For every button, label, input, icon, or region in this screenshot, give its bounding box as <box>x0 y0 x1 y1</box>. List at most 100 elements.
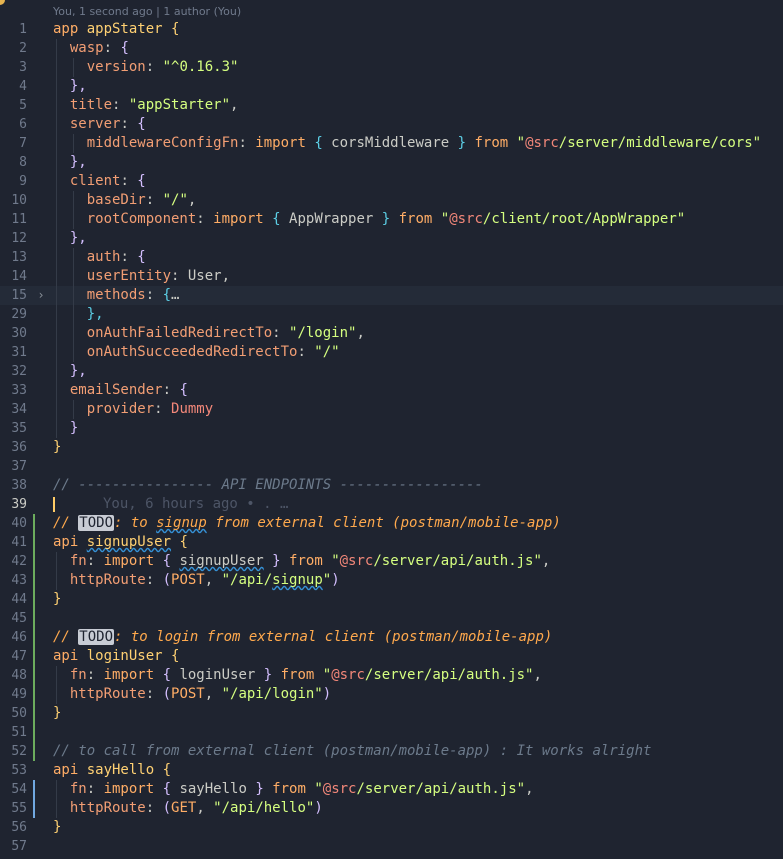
code-line[interactable]: 50} <box>0 704 783 723</box>
code-text[interactable]: }, <box>53 305 104 324</box>
git-added-marker[interactable] <box>33 666 35 685</box>
code-text[interactable]: emailSender: { <box>53 381 188 400</box>
code-line[interactable]: 5 title: "appStarter", <box>0 96 783 115</box>
code-line[interactable]: 34 provider: Dummy <box>0 400 783 419</box>
code-line[interactable]: 53 api sayHello { <box>0 761 783 780</box>
code-line[interactable]: 3 version: "^0.16.3" <box>0 58 783 77</box>
code-line[interactable]: 43 httpRoute: (POST, "/api/signup") <box>0 571 783 590</box>
code-text[interactable]: app appStater { <box>53 20 179 39</box>
code-text[interactable]: // to call from external client (postman… <box>53 742 651 761</box>
code-text[interactable]: server: { <box>53 115 146 134</box>
code-text[interactable]: api sayHello { <box>53 761 171 780</box>
code-text[interactable]: // ---------------- API ENDPOINTS ------… <box>53 476 483 495</box>
git-added-marker[interactable] <box>33 742 35 761</box>
git-added-marker[interactable] <box>33 571 35 590</box>
code-line[interactable]: 40 // TODO: to signup from external clien… <box>0 514 783 533</box>
code-line[interactable]: 6 server: { <box>0 115 783 134</box>
code-text[interactable]: } <box>53 704 61 723</box>
code-text[interactable]: } <box>53 590 61 609</box>
code-text[interactable]: title: "appStarter", <box>53 96 239 115</box>
git-added-marker[interactable] <box>33 609 35 628</box>
code-text[interactable]: wasp: { <box>53 39 129 58</box>
code-line[interactable]: 38 // ---------------- API ENDPOINTS ----… <box>0 476 783 495</box>
code-text[interactable]: // TODO: to signup from external client … <box>53 514 561 533</box>
code-line[interactable]: 32 }, <box>0 362 783 381</box>
code-line[interactable]: 31 onAuthSucceededRedirectTo: "/" <box>0 343 783 362</box>
code-text[interactable]: httpRoute: (POST, "/api/login") <box>53 685 331 704</box>
code-line[interactable]: 33 emailSender: { <box>0 381 783 400</box>
code-text[interactable]: }, <box>53 229 87 248</box>
code-text[interactable]: // TODO: to login from external client (… <box>53 628 552 647</box>
code-text[interactable]: baseDir: "/", <box>53 191 197 210</box>
code-text[interactable]: onAuthFailedRedirectTo: "/login", <box>53 324 365 343</box>
code-text[interactable]: } <box>53 419 78 438</box>
git-added-marker[interactable] <box>33 514 35 533</box>
code-editor[interactable]: You, 1 second ago | 1 author (You) 1 app … <box>0 0 783 859</box>
code-line[interactable]: 46 // TODO: to login from external client… <box>0 628 783 647</box>
code-line[interactable]: 4 }, <box>0 77 783 96</box>
git-added-marker[interactable] <box>33 723 35 742</box>
code-text[interactable]: client: { <box>53 172 146 191</box>
code-line[interactable]: 45 <box>0 609 783 628</box>
code-line[interactable]: 36} <box>0 438 783 457</box>
code-line[interactable]: 8 }, <box>0 153 783 172</box>
code-text[interactable]: version: "^0.16.3" <box>53 58 239 77</box>
code-text[interactable]: userEntity: User, <box>53 267 230 286</box>
code-text[interactable]: auth: { <box>53 248 146 267</box>
code-line[interactable]: 11 rootComponent: import { AppWrapper } … <box>0 210 783 229</box>
code-text[interactable]: onAuthSucceededRedirectTo: "/" <box>53 343 340 362</box>
code-text[interactable]: rootComponent: import { AppWrapper } fro… <box>53 210 686 229</box>
code-text[interactable]: middlewareConfigFn: import { corsMiddlew… <box>53 134 761 153</box>
code-line[interactable]: 15 › methods: {… <box>0 286 783 305</box>
code-line[interactable]: 41 api signupUser { <box>0 533 783 552</box>
code-text[interactable]: }, <box>53 362 87 381</box>
code-text[interactable]: fn: import { loginUser } from "@src/serv… <box>53 666 542 685</box>
git-added-marker[interactable] <box>33 628 35 647</box>
code-line[interactable]: 14 userEntity: User, <box>0 267 783 286</box>
git-added-marker[interactable] <box>33 552 35 571</box>
code-line[interactable]: 57 <box>0 837 783 856</box>
code-line[interactable]: 1 app appStater { <box>0 20 783 39</box>
code-line[interactable]: 56} <box>0 818 783 837</box>
code-line[interactable]: 47 api loginUser { <box>0 647 783 666</box>
code-text[interactable]: }, <box>53 153 87 172</box>
code-line[interactable]: 2 wasp: { <box>0 39 783 58</box>
code-line[interactable]: 42 fn: import { signupUser } from "@src/… <box>0 552 783 571</box>
git-added-marker[interactable] <box>33 685 35 704</box>
code-lines[interactable]: 1 app appStater {2 wasp: {3 version: "^0.… <box>0 20 783 856</box>
git-modified-marker[interactable] <box>33 780 35 799</box>
code-line[interactable]: 48 fn: import { loginUser } from "@src/s… <box>0 666 783 685</box>
code-text[interactable]: httpRoute: (POST, "/api/signup") <box>53 571 340 590</box>
code-text[interactable]: api loginUser { <box>53 647 179 666</box>
code-line[interactable]: 7 middlewareConfigFn: import { corsMiddl… <box>0 134 783 153</box>
code-text[interactable]: provider: Dummy <box>53 400 213 419</box>
code-line[interactable]: 10 baseDir: "/", <box>0 191 783 210</box>
code-line[interactable]: 44} <box>0 590 783 609</box>
code-line[interactable]: 49 httpRoute: (POST, "/api/login") <box>0 685 783 704</box>
git-blame-codelens[interactable]: You, 1 second ago | 1 author (You) <box>53 4 241 20</box>
code-line[interactable]: 30 onAuthFailedRedirectTo: "/login", <box>0 324 783 343</box>
code-line[interactable]: 9 client: { <box>0 172 783 191</box>
git-added-marker[interactable] <box>33 590 35 609</box>
code-text[interactable]: fn: import { signupUser } from "@src/ser… <box>53 552 551 571</box>
code-line[interactable]: 12 }, <box>0 229 783 248</box>
code-text[interactable]: api signupUser { <box>53 533 188 552</box>
code-line[interactable]: 35 } <box>0 419 783 438</box>
code-line[interactable]: 29 }, <box>0 305 783 324</box>
code-text[interactable]: methods: {… <box>53 286 180 305</box>
code-line[interactable]: 55 httpRoute: (GET, "/api/hello") <box>0 799 783 818</box>
code-text[interactable]: fn: import { sayHello } from "@src/serve… <box>53 780 534 799</box>
code-line[interactable]: 39 You, 6 hours ago • . … <box>0 495 783 514</box>
git-added-marker[interactable] <box>33 704 35 723</box>
code-line[interactable]: 52 // to call from external client (postm… <box>0 742 783 761</box>
code-text[interactable]: }, <box>53 77 87 96</box>
git-added-marker[interactable] <box>33 647 35 666</box>
code-text[interactable]: } <box>53 438 61 457</box>
code-line[interactable]: 37 <box>0 457 783 476</box>
code-text[interactable]: } <box>53 818 61 837</box>
git-modified-marker[interactable] <box>33 799 35 818</box>
code-line[interactable]: 13 auth: { <box>0 248 783 267</box>
code-text[interactable]: httpRoute: (GET, "/api/hello") <box>53 799 323 818</box>
code-line[interactable]: 54 fn: import { sayHello } from "@src/se… <box>0 780 783 799</box>
fold-chevron-icon[interactable]: › <box>34 286 48 305</box>
